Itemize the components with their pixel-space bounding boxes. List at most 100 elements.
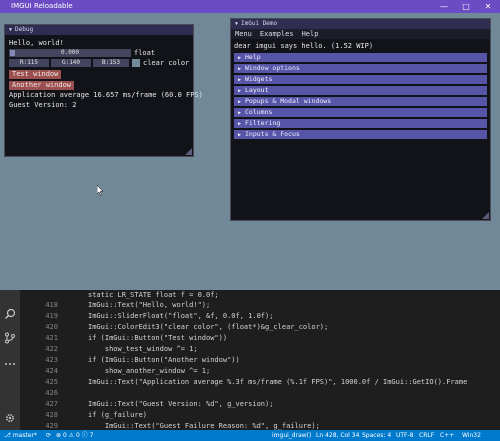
app-title: IMGUI Reloadable	[11, 2, 73, 10]
header-label: Widgets	[245, 75, 273, 83]
float-slider[interactable]: 0.000	[9, 49, 131, 57]
line-number: 425	[45, 378, 58, 386]
header-label: Filtering	[245, 119, 281, 127]
header-columns[interactable]: ▶ Columns	[234, 108, 487, 117]
platform[interactable]: Win32	[462, 430, 481, 441]
header-filtering[interactable]: ▶ Filtering	[234, 119, 487, 128]
color-r-field[interactable]: R:115	[9, 59, 49, 67]
demo-greeting: dear imgui says hello. (1.52 WIP)	[234, 42, 374, 50]
demo-menubar: Menu Examples Help	[231, 29, 490, 39]
problems-indicator[interactable]: ⊗ 0 ⚠ 0 ⓘ 7	[56, 430, 93, 441]
git-branch[interactable]: ⎇ master*	[4, 430, 37, 441]
line-number: 418	[45, 301, 58, 309]
color-b-field[interactable]: B:153	[93, 59, 129, 67]
encoding[interactable]: UTF-8	[396, 430, 414, 441]
code-line: ImGui::Text("Application average %.3f ms…	[88, 378, 468, 386]
expand-triangle-icon: ▶	[238, 55, 242, 61]
sync-icon[interactable]: ⟳	[46, 430, 51, 441]
header-label: Window options	[245, 64, 300, 72]
line-number: 427	[45, 400, 58, 408]
more-icon[interactable]	[4, 358, 16, 370]
guest-version-text: Guest Version: 2	[9, 101, 77, 109]
expand-triangle-icon: ▶	[238, 121, 242, 127]
debug-window[interactable]: ▼ Debug Hello, world! 0.000 float R:115 G:…	[4, 24, 203, 157]
line-ending[interactable]: CRLF	[419, 430, 434, 441]
expand-triangle-icon: ▶	[238, 99, 242, 105]
hello-text: Hello, world!	[9, 39, 64, 47]
line-number: 426	[45, 389, 58, 397]
language-mode[interactable]: C++	[440, 430, 454, 441]
line-number: 419	[45, 312, 58, 320]
collapse-triangle-icon[interactable]: ▼	[9, 25, 12, 35]
header-popups[interactable]: ▶ Popups & Modal windows	[234, 97, 487, 106]
search-icon[interactable]	[4, 308, 16, 320]
resize-grip[interactable]	[482, 212, 489, 219]
code-line: show_another_window ^= 1;	[88, 367, 211, 375]
render-canvas[interactable]: ▼ Debug Hello, world! 0.000 float R:115 G:…	[0, 13, 500, 290]
code-line: if (ImGui::Button("Another window"))	[88, 356, 240, 364]
menu-item-help[interactable]: Help	[302, 30, 319, 38]
code-line: if (ImGui::Button("Test window"))	[88, 334, 228, 342]
settings-gear-icon[interactable]	[4, 412, 16, 424]
collapse-triangle-icon[interactable]: ▼	[235, 19, 238, 29]
code-line: ImGui::Text("Guest Version: %d", g_versi…	[88, 400, 274, 408]
expand-triangle-icon: ▶	[238, 132, 242, 138]
color-g-field[interactable]: G:140	[51, 59, 91, 67]
test-window-button[interactable]: Test window	[9, 69, 62, 79]
slider-value: 0.000	[60, 49, 80, 56]
source-control-icon[interactable]	[4, 332, 16, 344]
code-line: if (g_failure)	[88, 411, 148, 419]
expand-triangle-icon: ▶	[238, 110, 242, 116]
code-line: ImGui::ColorEdit3("clear color", (float*…	[88, 323, 329, 331]
header-inputs-focus[interactable]: ▶ Inputs & Focus	[234, 130, 487, 139]
header-layout[interactable]: ▶ Layout	[234, 86, 487, 95]
demo-window[interactable]: ▼ ImGui Demo Menu Examples Help dear imgui …	[230, 18, 491, 221]
code-line: ImGui::Text("Guest Failure Reason: %d", …	[88, 422, 320, 430]
code-editor: 418 419 420 421 422 423 424 425 426 427 …	[0, 290, 500, 441]
header-widgets[interactable]: ▶ Widgets	[234, 75, 487, 84]
header-label: Inputs & Focus	[245, 130, 300, 138]
expand-triangle-icon: ▶	[238, 88, 242, 94]
code-line: ImGui::Text("Hello, world!");	[88, 301, 211, 309]
slider-label: float	[134, 49, 156, 57]
expand-triangle-icon: ▶	[238, 77, 242, 83]
indentation[interactable]: Spaces: 4	[362, 430, 391, 441]
header-label: Help	[245, 53, 261, 61]
function-indicator[interactable]: imgui_draw()	[272, 430, 311, 441]
minimize-button[interactable]: —	[436, 0, 452, 13]
close-button[interactable]: ✕	[480, 0, 496, 13]
header-label: Popups & Modal windows	[245, 97, 332, 105]
debug-window-titlebar[interactable]: ▼ Debug	[5, 25, 193, 35]
line-number-gutter: 418 419 420 421 422 423 424 425 426 427 …	[20, 290, 62, 430]
cursor-position[interactable]: Ln 428, Col 34	[316, 430, 359, 441]
header-window-options[interactable]: ▶ Window options	[234, 64, 487, 73]
menu-item-examples[interactable]: Examples	[260, 30, 294, 38]
demo-window-titlebar[interactable]: ▼ ImGui Demo	[231, 19, 490, 29]
color-label: clear color	[143, 59, 190, 67]
line-number: 422	[45, 345, 58, 353]
app-titlebar[interactable]: IMGUI Reloadable — □ ✕	[0, 0, 500, 13]
header-label: Columns	[245, 108, 273, 116]
code-line: show_test_window ^= 1;	[88, 345, 198, 353]
expand-triangle-icon: ▶	[238, 66, 242, 72]
maximize-button[interactable]: □	[458, 0, 474, 13]
error-count: 0	[62, 432, 67, 439]
line-number: 421	[45, 334, 58, 342]
status-bar: ⎇ master* ⟳ ⊗ 0 ⚠ 0 ⓘ 7 imgui_draw() Ln …	[0, 430, 500, 441]
code-line: ImGui::SliderFloat("float", &f, 0.0f, 1.…	[88, 312, 274, 320]
line-number: 423	[45, 356, 58, 364]
header-help[interactable]: ▶ Help	[234, 53, 487, 62]
branch-label: master*	[12, 432, 37, 439]
line-number: 428	[45, 411, 58, 419]
line-number: 424	[45, 367, 58, 375]
warning-count: 0	[75, 432, 80, 439]
color-swatch[interactable]	[132, 59, 140, 67]
activity-bar	[0, 290, 20, 430]
code-text-area[interactable]: static LR_STATE float f = 0.0f; ImGui::T…	[62, 290, 500, 430]
resize-grip[interactable]	[185, 148, 192, 155]
header-label: Layout	[245, 86, 269, 94]
another-window-button[interactable]: Another window	[9, 80, 75, 90]
menu-item-menu[interactable]: Menu	[235, 30, 252, 38]
demo-window-title: ImGui Demo	[241, 20, 278, 27]
info-count: 7	[89, 432, 94, 439]
